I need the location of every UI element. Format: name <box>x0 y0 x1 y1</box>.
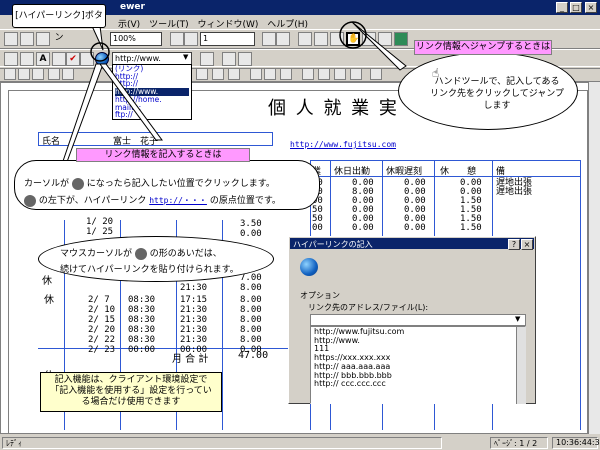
dialog-title: ハイパーリンクの記入 <box>290 238 534 249</box>
globe-icon <box>300 258 318 276</box>
options-label: オプション <box>300 291 340 300</box>
jump-text: ハンドツールで、記入してあるリンク先をクリックしてジャンプします <box>430 77 565 111</box>
entry-label: リンク情報を記入するときは <box>76 148 250 162</box>
jump-label: リンク情報へジャンプするときは <box>414 40 552 55</box>
entry-text-line2: の左下が、ハイパーリンク http://・・・ の原点位置です。 <box>24 193 281 207</box>
hyperlink-button-highlight <box>90 42 110 62</box>
note-box: 記入機能は、クライアント環境設定で「記入機能を使用する」設定を行っている場合だけ… <box>40 372 222 412</box>
link-history-list[interactable]: http://www.fujitsu.com http://www. 111 h… <box>310 326 526 404</box>
hand-tool-highlight <box>339 21 367 49</box>
list-item[interactable]: http:// ccc.ccc.ccc <box>314 380 522 389</box>
cloud-text-line1: マウスカーソルが の形のあいだは、 <box>60 247 222 260</box>
globe-cursor-icon <box>71 177 84 190</box>
link-field-label: リンク先のアドレス/ファイル(L): <box>308 303 429 312</box>
chevron-down-icon[interactable]: ▼ <box>515 315 525 325</box>
cloud-text-line2: 続けてハイパーリンクを貼り付けられます。 <box>60 265 239 275</box>
list-item[interactable]: http://www. <box>314 336 522 346</box>
callout-hyperlink-button: [ハイパーリンク]ボタン <box>12 4 106 43</box>
dialog-close-button[interactable]: × <box>521 239 533 250</box>
list-scrollbar[interactable] <box>516 327 526 404</box>
entry-text-line1: カーソルが になったら記入したい位置でクリックします。 <box>24 177 275 190</box>
dialog-help-button[interactable]: ? <box>508 239 520 250</box>
pointer-entry-2 <box>99 63 163 141</box>
globe-cursor-icon <box>24 194 36 207</box>
globe-cursor-icon <box>134 247 147 260</box>
link-address-input[interactable] <box>310 314 526 326</box>
